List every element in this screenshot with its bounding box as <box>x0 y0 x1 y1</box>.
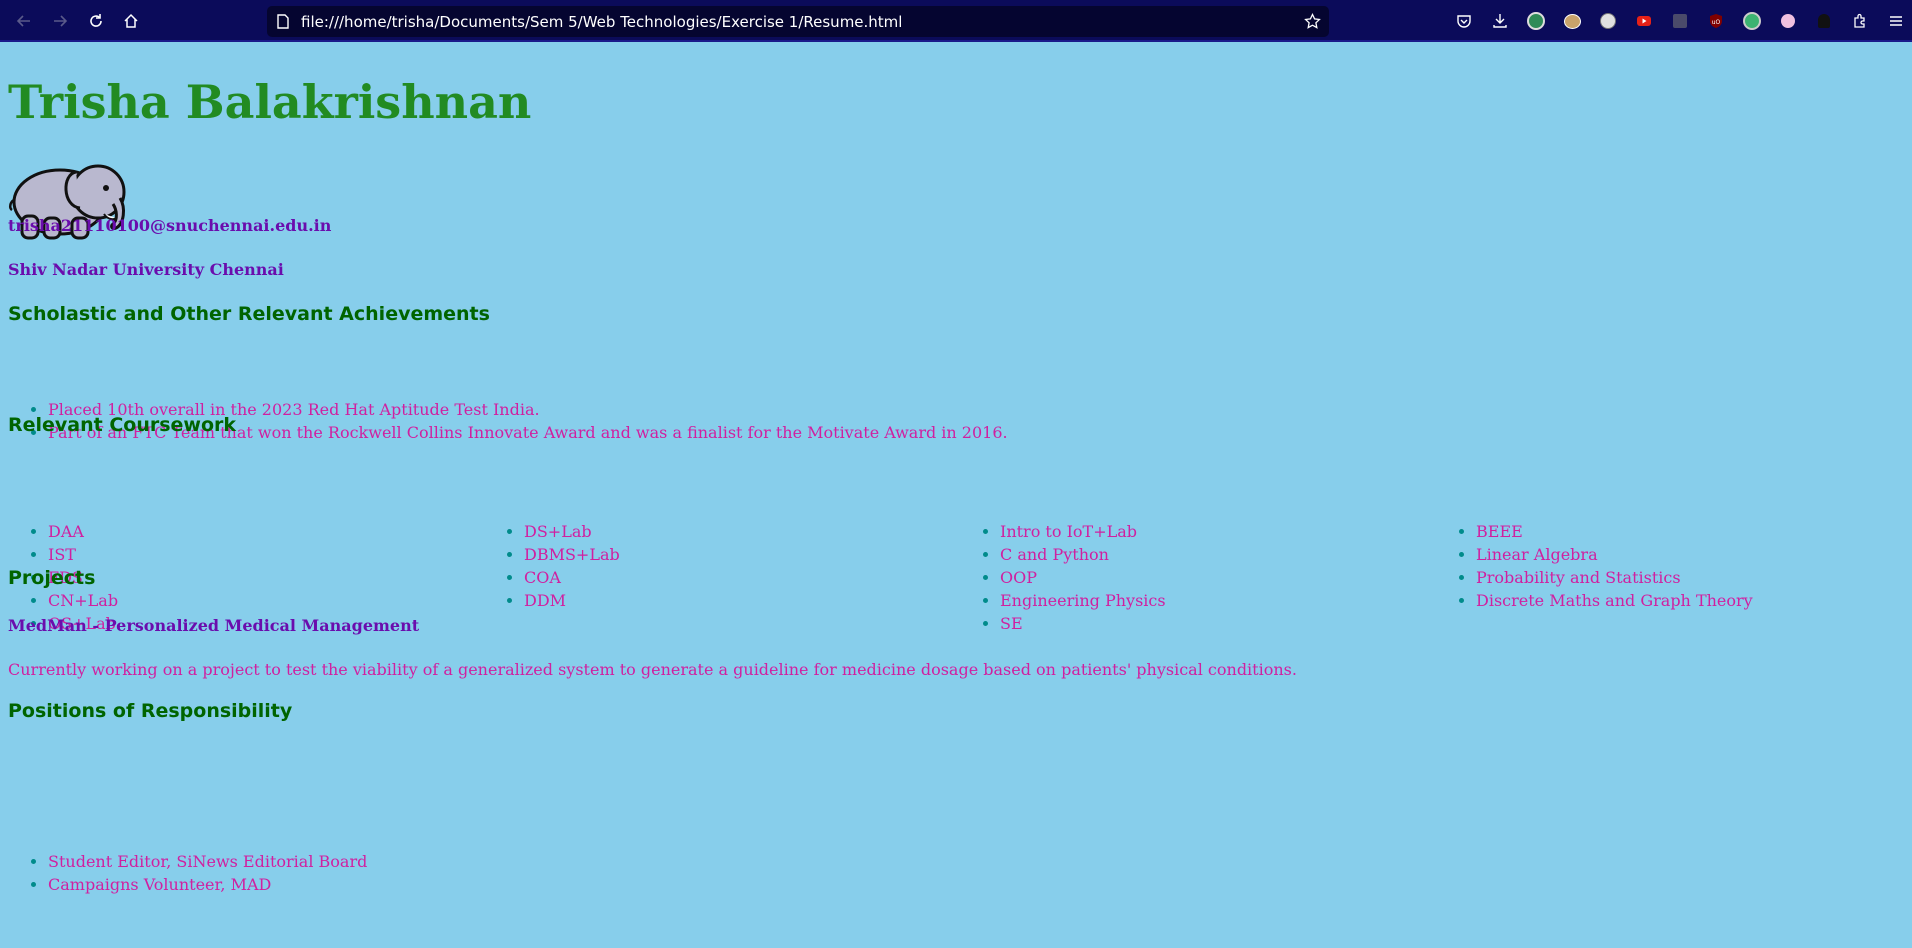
extension-7-icon <box>1743 12 1761 30</box>
list-item: DDM <box>484 589 620 612</box>
list-item: COA <box>484 566 620 589</box>
list-item: Student Editor, SiNews Editorial Board <box>8 850 367 873</box>
positions-list: Student Editor, SiNews Editorial Board C… <box>8 850 367 896</box>
svg-text:uO: uO <box>1712 19 1721 26</box>
list-item: SE <box>960 612 1166 635</box>
list-item: DS+Lab <box>484 520 620 543</box>
extension-1-icon <box>1527 12 1545 30</box>
list-item: Campaigns Volunteer, MAD <box>8 873 367 896</box>
star-icon[interactable] <box>1304 13 1321 30</box>
project-description: Currently working on a project to test t… <box>8 660 1297 679</box>
ublock-icon: uO <box>1710 14 1722 28</box>
extension-8-button[interactable] <box>1779 12 1797 30</box>
url-text[interactable]: file:///home/trisha/Documents/Sem 5/Web … <box>301 13 902 31</box>
coursework-column-3: Intro to IoT+Lab C and Python OOP Engine… <box>960 520 1166 635</box>
email-text: trisha21110100@snuchennai.edu.in <box>8 216 332 235</box>
list-item: BEEE <box>1436 520 1753 543</box>
ublock-button[interactable]: uO <box>1707 12 1725 30</box>
coursework-column-4: BEEE Linear Algebra Probability and Stat… <box>1436 520 1753 612</box>
list-item: DAA <box>8 520 118 543</box>
projects-heading: Projects <box>8 567 96 589</box>
coursework-heading: Relevant Coursework <box>8 414 237 436</box>
extension-9-icon <box>1818 14 1830 28</box>
list-item: Engineering Physics <box>960 589 1166 612</box>
home-button[interactable] <box>121 11 141 31</box>
home-icon <box>124 13 138 28</box>
youtube-button[interactable] <box>1635 12 1653 30</box>
coursework-column-2: DS+Lab DBMS+Lab COA DDM <box>484 520 620 612</box>
extension-1-button[interactable] <box>1527 12 1545 30</box>
list-item: Discrete Maths and Graph Theory <box>1436 589 1753 612</box>
pocket-icon <box>1457 15 1471 28</box>
arrow-right-icon <box>54 15 68 27</box>
reload-button[interactable] <box>86 11 106 31</box>
extension-5-icon <box>1673 14 1687 28</box>
list-item: Intro to IoT+Lab <box>960 520 1166 543</box>
list-item: CN+Lab <box>8 589 118 612</box>
extension-9-button[interactable] <box>1815 12 1833 30</box>
list-item: Probability and Statistics <box>1436 566 1753 589</box>
achievements-heading: Scholastic and Other Relevant Achievemen… <box>8 303 490 325</box>
downloads-button[interactable] <box>1491 12 1509 30</box>
positions-heading: Positions of Responsibility <box>8 700 293 722</box>
url-bar[interactable]: file:///home/trisha/Documents/Sem 5/Web … <box>267 6 1329 37</box>
extension-3-button[interactable] <box>1599 12 1617 30</box>
extension-2-icon <box>1563 13 1581 29</box>
university-text: Shiv Nadar University Chennai <box>8 260 284 279</box>
page-icon <box>277 14 289 29</box>
list-item: OOP <box>960 566 1166 589</box>
forward-button[interactable] <box>50 11 70 31</box>
pocket-button[interactable] <box>1455 12 1473 30</box>
arrow-left-icon <box>16 15 30 27</box>
project-title: MedMan - Personalized Medical Management <box>8 616 420 635</box>
extension-8-icon <box>1781 14 1795 28</box>
list-item: Linear Algebra <box>1436 543 1753 566</box>
extension-7-button[interactable] <box>1743 12 1761 30</box>
extensions-icon <box>1854 13 1865 28</box>
menu-icon <box>1890 16 1902 26</box>
extension-5-button[interactable] <box>1671 12 1689 30</box>
menu-button[interactable] <box>1887 12 1905 30</box>
resume-name: Trisha Balakrishnan <box>8 75 532 129</box>
reload-icon <box>90 14 102 27</box>
extension-2-button[interactable] <box>1563 12 1581 30</box>
extensions-button[interactable] <box>1851 12 1869 30</box>
back-button[interactable] <box>14 11 34 31</box>
list-item: DBMS+Lab <box>484 543 620 566</box>
youtube-icon <box>1637 16 1651 26</box>
list-item: C and Python <box>960 543 1166 566</box>
list-item: IST <box>8 543 118 566</box>
browser-toolbar: file:///home/trisha/Documents/Sem 5/Web … <box>0 0 1912 42</box>
extension-3-icon <box>1600 13 1616 29</box>
download-icon <box>1493 14 1507 28</box>
